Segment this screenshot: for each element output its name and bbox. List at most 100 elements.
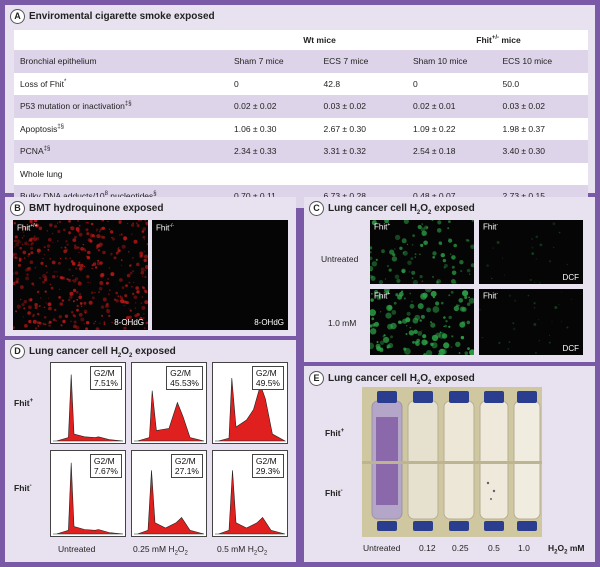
- fluorescence-dot: [14, 235, 18, 239]
- table-group-header: Wt mice Fhit+/- mice: [14, 30, 588, 50]
- fluorescence-dot: [422, 292, 428, 298]
- fluorescence-dot: [29, 260, 34, 264]
- fluorescence-dot: [16, 239, 21, 243]
- fluorescence-dot: [83, 323, 85, 325]
- fluorescence-dot: [72, 279, 74, 281]
- fluorescence-dot: [566, 263, 568, 266]
- fluorescence-dot: [92, 296, 95, 300]
- fluorescence-dot: [98, 286, 103, 291]
- micrograph-fhit-plus-untreated: Fhit+: [368, 218, 475, 286]
- fluorescence-dot: [90, 291, 94, 294]
- fluorescence-dot: [403, 252, 405, 254]
- fluorescence-dot: [415, 341, 420, 347]
- fluorescence-dot: [407, 260, 412, 266]
- fluorescence-dot: [68, 278, 71, 281]
- fluorescence-dot: [492, 247, 494, 249]
- fluorescence-dot: [66, 243, 69, 246]
- fluorescence-dot: [411, 270, 416, 275]
- fluorescence-dot: [92, 233, 94, 236]
- fluorescence-dot: [74, 244, 76, 247]
- stain-label: 8-OHdG: [254, 318, 284, 327]
- fluorescence-dot: [115, 251, 119, 255]
- fluorescence-dot: [96, 243, 101, 248]
- fluorescence-dot: [539, 282, 541, 284]
- fluorescence-dot: [12, 326, 15, 330]
- fluorescence-dot: [36, 248, 41, 253]
- fluorescence-dot: [143, 238, 146, 241]
- fluorescence-dot: [71, 262, 76, 266]
- fluorescence-dot: [19, 246, 22, 250]
- table-cell: 3.40 ± 0.30: [502, 146, 545, 157]
- fluorescence-dot: [107, 220, 109, 223]
- fluorescence-dot: [444, 324, 447, 328]
- fluorescence-dot: [15, 242, 20, 247]
- fluorescence-dot: [103, 323, 106, 326]
- fluorescence-dot: [131, 223, 135, 227]
- fluorescence-dot: [470, 244, 475, 250]
- dose-label: 0.25: [452, 543, 469, 553]
- fluorescence-dot: [100, 235, 104, 239]
- fluorescence-dot: [538, 339, 540, 342]
- fluorescence-dot: [393, 301, 397, 305]
- fluorescence-dot: [531, 246, 534, 249]
- fluorescence-dot: [423, 240, 428, 246]
- fluorescence-dot: [108, 289, 111, 292]
- fluorescence-dot: [412, 341, 415, 344]
- fluorescence-dot: [47, 248, 50, 251]
- fluorescence-dot: [141, 305, 146, 310]
- fluorescence-dot: [69, 295, 73, 299]
- x-label-untreated: Untreated: [58, 544, 96, 554]
- table-cell: 3.31 ± 0.32: [323, 146, 366, 157]
- fluorescence-dot: [68, 298, 71, 302]
- fluorescence-dot: [76, 298, 79, 301]
- fluorescence-dot: [71, 311, 74, 314]
- fluorescence-dot: [391, 310, 397, 315]
- fluorescence-dot: [127, 222, 129, 224]
- fluorescence-dot: [417, 331, 423, 336]
- fluorescence-dot: [21, 303, 25, 307]
- fluorescence-dot: [77, 246, 80, 249]
- fluorescence-dot: [87, 281, 89, 284]
- fluorescence-dot: [408, 330, 415, 336]
- fluorescence-dot: [76, 304, 79, 307]
- fluorescence-dot: [51, 232, 54, 235]
- fluorescence-dot: [90, 233, 93, 236]
- fluorescence-dot: [102, 297, 107, 302]
- fluorescence-dot: [136, 262, 140, 267]
- fluorescence-dot: [457, 304, 460, 307]
- panel-b-badge: B: [10, 201, 25, 216]
- fluorescence-dot: [96, 261, 101, 266]
- fluorescence-dot: [16, 277, 20, 281]
- fluorescence-dot: [392, 253, 396, 257]
- g2m-box: G2/M 45.53%: [166, 366, 203, 390]
- fluorescence-dot: [34, 306, 38, 309]
- fluorescence-dot: [417, 224, 422, 230]
- fluorescence-dot: [448, 220, 451, 223]
- fluorescence-dot: [397, 294, 403, 300]
- stain-label: 8-OHdG: [114, 318, 144, 327]
- fluorescence-dot: [443, 316, 446, 319]
- fluorescence-dot: [402, 318, 408, 324]
- stain-label: DCF: [562, 344, 579, 353]
- fluorescence-dot: [465, 238, 469, 242]
- fluorescence-dot: [78, 224, 81, 227]
- table-row: Loss of Fhit* 0 42.8 0 50.0: [14, 72, 588, 95]
- table-cell: 0.03 ± 0.02: [502, 101, 545, 112]
- fluorescence-dot: [144, 300, 149, 305]
- fluorescence-dot: [384, 278, 387, 280]
- fluorescence-dot: [83, 301, 87, 305]
- fluorescence-dot: [141, 230, 145, 233]
- fluorescence-dot: [426, 307, 431, 313]
- fluorescence-dot: [123, 236, 128, 241]
- table-row: Whole lung: [14, 162, 588, 185]
- fluorescence-dot: [411, 243, 414, 246]
- fluorescence-dot: [72, 238, 77, 242]
- fluorescence-dot: [140, 219, 143, 222]
- fluorescence-dot: [129, 309, 132, 312]
- table-row: PCNA‡§ 2.34 ± 0.33 3.31 ± 0.32 2.54 ± 0.…: [14, 140, 588, 163]
- fluorescence-dot: [73, 320, 77, 324]
- fluorescence-dot: [131, 233, 133, 235]
- fluorescence-dot: [401, 290, 403, 293]
- fluorescence-dot: [24, 241, 28, 246]
- fluorescence-dot: [396, 278, 401, 283]
